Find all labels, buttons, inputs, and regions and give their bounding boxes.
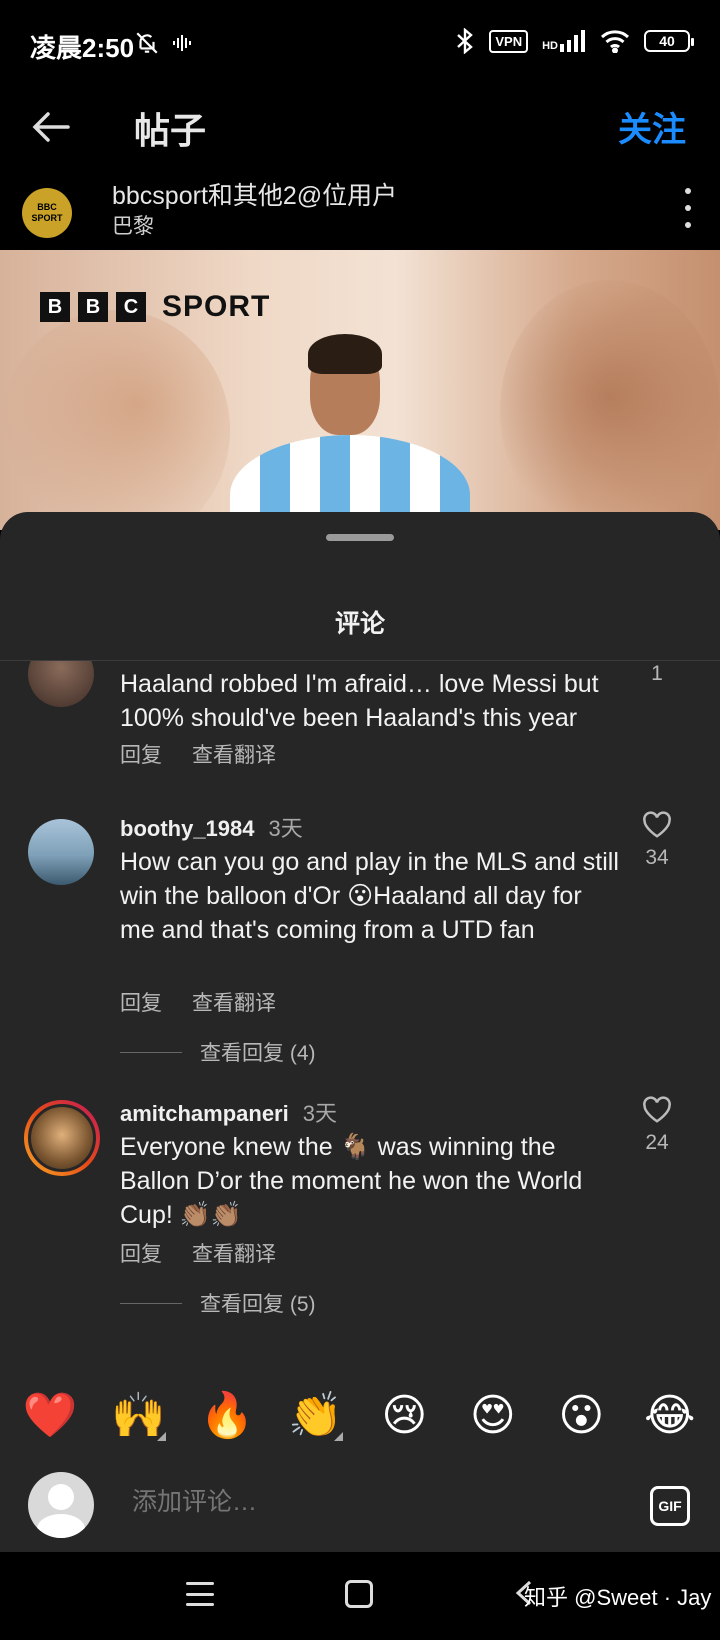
logo-letter-b1: B (40, 292, 70, 322)
comment-avatar[interactable] (28, 661, 94, 707)
reply-button[interactable]: 回复 (120, 739, 162, 769)
comment-item: amitchampaneri 3天 Everyone knew the 🐐 was… (0, 1096, 720, 1351)
post-author-name[interactable]: bbcsport和其他2@位用户 (112, 176, 397, 212)
vpn-badge: VPN (489, 29, 529, 53)
avatar-logo-line1: BBC (37, 202, 57, 213)
gif-button[interactable]: GIF (650, 1486, 690, 1526)
comment-avatar[interactable] (28, 1104, 96, 1172)
comment-username[interactable]: amitchampaneri 3天 (120, 1096, 337, 1128)
logo-letter-c: C (116, 292, 146, 322)
like-count: 1 (651, 662, 663, 685)
comments-list[interactable]: Haaland robbed I'm afraid… love Messi bu… (0, 661, 720, 1351)
emoji-fire[interactable]: 🔥 (192, 1389, 262, 1441)
like-control[interactable]: 1 (632, 661, 682, 686)
comment-item: Haaland robbed I'm afraid… love Messi bu… (0, 661, 720, 791)
comment-text: How can you go and play in the MLS and s… (120, 848, 619, 944)
page-title: 帖子 (134, 110, 207, 151)
skin-tone-indicator (156, 1432, 166, 1441)
battery-icon: 40 (644, 30, 694, 52)
comment-avatar-story-ring[interactable] (24, 1100, 100, 1176)
current-user-avatar[interactable] (28, 1472, 94, 1538)
drag-handle[interactable] (326, 534, 394, 541)
wifi-icon (600, 30, 630, 53)
translate-button[interactable]: 查看翻译 (192, 1238, 276, 1268)
sheet-title: 评论 (334, 610, 385, 638)
comment-item: boothy_1984 3天 How can you go and play in… (0, 811, 720, 1071)
heart-icon[interactable] (642, 811, 672, 839)
comment-composer: GIF (0, 1460, 720, 1552)
username-text[interactable]: boothy_1984 (120, 816, 255, 841)
logo-sport-text: SPORT (162, 290, 271, 323)
audio-icon (173, 35, 191, 51)
like-count: 24 (645, 1131, 669, 1154)
reply-button[interactable]: 回复 (120, 1238, 162, 1268)
status-icons-right: VPN HD 40 (455, 28, 694, 54)
status-icons-left (134, 30, 196, 56)
comment-text: Haaland robbed I'm afraid… love Messi bu… (120, 670, 599, 732)
image-player (230, 334, 470, 530)
translate-button[interactable]: 查看翻译 (192, 739, 276, 769)
comment-time: 3天 (268, 816, 303, 841)
status-time: 凌晨2:50 (30, 33, 135, 63)
comment-text: Everyone knew the 🐐 was winning the Ball… (120, 1133, 583, 1229)
emoji-heart[interactable]: ❤️ (15, 1389, 85, 1441)
like-control[interactable]: 24 (632, 1096, 682, 1155)
system-nav-bar: 知乎 @Sweet · Jay (0, 1552, 720, 1640)
translate-button[interactable]: 查看翻译 (192, 987, 276, 1017)
image-figure-left (0, 310, 230, 530)
replies-line (120, 1302, 182, 1304)
post-meta: BBC SPORT bbcsport和其他2@位用户 巴黎 (0, 170, 720, 250)
comment-username[interactable]: boothy_1984 3天 (120, 811, 303, 843)
view-replies-label[interactable]: 查看回复 (4) (200, 1037, 316, 1067)
signal-icon: HD (542, 30, 586, 52)
post-image[interactable]: B B C SPORT (0, 250, 720, 530)
bluetooth-icon (457, 28, 474, 54)
emoji-heart-eyes[interactable]: 😍 (458, 1390, 528, 1441)
comment-input[interactable] (132, 1488, 612, 1517)
reply-button[interactable]: 回复 (120, 987, 162, 1017)
username-text[interactable]: amitchampaneri (120, 1101, 289, 1126)
follow-button[interactable]: 关注 (618, 102, 686, 151)
bell-off-icon (136, 32, 158, 54)
network-label: HD (542, 40, 558, 52)
post-author-avatar[interactable]: BBC SPORT (22, 188, 72, 238)
home-icon[interactable] (345, 1580, 373, 1608)
more-options-icon[interactable] (684, 188, 692, 228)
back-arrow-icon[interactable] (28, 104, 74, 150)
replies-line (120, 1051, 182, 1053)
comment-actions: 回复 查看翻译 (120, 1238, 276, 1268)
bbc-sport-logo: B B C SPORT (40, 290, 270, 324)
like-count: 34 (645, 846, 669, 869)
comment-avatar[interactable] (28, 819, 94, 885)
app-header: 帖子 关注 (0, 90, 720, 170)
avatar-logo-line2: SPORT (31, 213, 63, 223)
view-replies-button[interactable]: 查看回复 (5) (120, 1288, 316, 1318)
emoji-clapping[interactable]: 👏 (281, 1389, 351, 1441)
watermark: 知乎 @Sweet · Jay (524, 1585, 712, 1610)
image-figure-right (500, 280, 720, 530)
view-replies-button[interactable]: 查看回复 (4) (120, 1037, 316, 1067)
emoji-raising-hands[interactable]: 🙌 (104, 1389, 174, 1441)
emoji-laughing[interactable]: 😂 (635, 1390, 705, 1441)
logo-letter-b2: B (78, 292, 108, 322)
comment-actions: 回复 查看翻译 (120, 987, 276, 1017)
comment-time: 3天 (302, 1101, 337, 1126)
emoji-crying[interactable]: 😢 (369, 1390, 439, 1441)
comment-actions: 回复 查看翻译 (120, 739, 276, 769)
skin-tone-indicator (333, 1432, 343, 1441)
menu-icon[interactable] (186, 1582, 214, 1606)
heart-icon[interactable] (642, 1096, 672, 1124)
view-replies-label[interactable]: 查看回复 (5) (200, 1288, 316, 1318)
like-control[interactable]: 34 (632, 811, 682, 870)
emoji-surprised[interactable]: 😮 (546, 1390, 616, 1441)
post-location[interactable]: 巴黎 (112, 210, 154, 240)
emoji-reaction-bar: ❤️ 🙌 🔥 👏 😢 😍 😮 😂 (0, 1380, 720, 1450)
status-bar: 凌晨2:50 VPN HD 40 (0, 0, 720, 90)
